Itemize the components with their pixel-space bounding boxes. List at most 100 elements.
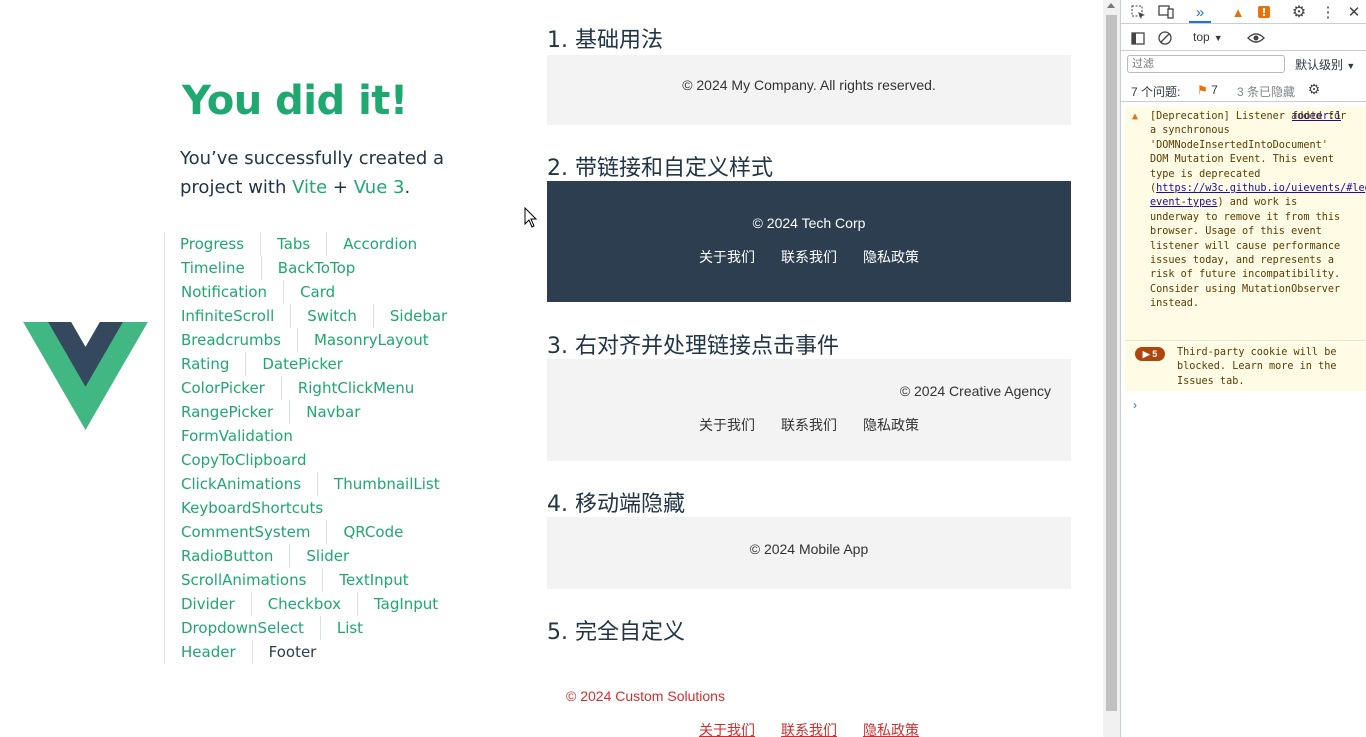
console-filter-input[interactable] <box>1127 55 1285 73</box>
nav-link-commentsystem[interactable]: CommentSystem <box>165 520 326 544</box>
footer-link-privacy[interactable]: 隐私政策 <box>863 415 919 435</box>
nav-row: FormValidation <box>165 424 454 448</box>
nav-link-list[interactable]: List <box>319 616 379 640</box>
nav-link-taginput[interactable]: TagInput <box>356 592 454 616</box>
console-settings-gear-icon[interactable]: ⚙ <box>1305 80 1323 98</box>
nav-link-thumbnaillist[interactable]: ThumbnailList <box>317 472 456 496</box>
nav-link-slider[interactable]: Slider <box>289 544 365 568</box>
hidden-count: 3 条已隐藏 <box>1237 85 1296 99</box>
nav-row: ClickAnimations ThumbnailList <box>165 472 454 496</box>
log-level-select[interactable]: 默认级别 ▼ <box>1295 56 1355 73</box>
demo-heading-2: 2. 带链接和自定义样式 <box>547 156 773 181</box>
greeting-plus: + <box>327 177 354 198</box>
footer-link-contact[interactable]: 联系我们 <box>781 415 837 435</box>
mouse-cursor-icon <box>524 207 538 228</box>
footer-basic: © 2024 My Company. All rights reserved. <box>547 55 1071 125</box>
issue-text: Third-party cookie will be blocked. Lear… <box>1177 347 1337 387</box>
footer-custom: © 2024 Custom Solutions 关于我们 联系我们 隐私政策 <box>547 672 1071 737</box>
nav-row: Breadcrumbs MasonryLayout <box>165 328 454 352</box>
nav-link-notification[interactable]: Notification <box>165 280 283 304</box>
nav-link-backtotop[interactable]: BackToTop <box>260 256 372 280</box>
nav-link-sidebar[interactable]: Sidebar <box>372 304 463 328</box>
nav-link-divider[interactable]: Divider <box>165 592 251 616</box>
scrollbar-thumb[interactable] <box>1106 15 1117 711</box>
footer-link-privacy[interactable]: 隐私政策 <box>863 720 919 737</box>
nav-link-formvalidation[interactable]: FormValidation <box>165 424 309 448</box>
vue-link[interactable]: Vue 3 <box>354 177 405 198</box>
nav-link-masonrylayout[interactable]: MasonryLayout <box>296 328 445 352</box>
footer-link-about[interactable]: 关于我们 <box>699 720 755 737</box>
issues-count: 7 个问题: <box>1131 85 1181 99</box>
console-prompt[interactable]: › <box>1133 398 1137 412</box>
warning-text-part: [Deprecation] Listener added for a synch… <box>1150 111 1347 195</box>
more-options-icon[interactable]: ⋮ <box>1319 3 1337 21</box>
nav-row: Header Footer <box>165 640 454 664</box>
warning-icon: ▲ <box>1132 111 1139 122</box>
nav-link-checkbox[interactable]: Checkbox <box>250 592 357 616</box>
nav-link-tabs[interactable]: Tabs <box>260 232 326 256</box>
nav-link-header[interactable]: Header <box>165 640 252 664</box>
clear-console-icon[interactable] <box>1156 29 1174 47</box>
nav-link-rating[interactable]: Rating <box>165 352 245 376</box>
nav-link-scrollanimations[interactable]: ScrollAnimations <box>165 568 322 592</box>
nav-link-datepicker[interactable]: DatePicker <box>245 352 359 376</box>
settings-gear-icon[interactable]: ⚙ <box>1290 3 1308 21</box>
nav-link-copytoclipboard[interactable]: CopyToClipboard <box>165 448 323 472</box>
footer-custom-copyright: © 2024 Custom Solutions <box>566 688 725 704</box>
demo-heading-4: 4. 移动端隐藏 <box>547 492 685 517</box>
nav-link-card[interactable]: Card <box>283 280 351 304</box>
issue-flag-icon: ⚑ <box>1197 83 1208 97</box>
device-toolbar-icon[interactable] <box>1157 3 1175 21</box>
grouped-count-badge[interactable]: ▶ 5 <box>1135 347 1165 361</box>
nav-row: RadioButton Slider <box>165 544 454 568</box>
grouped-count: 5 <box>1152 349 1158 359</box>
nav-link-progress[interactable]: Progress <box>164 232 260 256</box>
live-expression-eye-icon[interactable] <box>1247 29 1265 47</box>
demo-heading-3: 3. 右对齐并处理链接点击事件 <box>547 334 839 359</box>
nav-link-infinitescroll[interactable]: InfiniteScroll <box>165 304 290 328</box>
component-nav: Progress Tabs Accordion Timeline BackToTop No… <box>164 232 454 664</box>
nav-link-accordion[interactable]: Accordion <box>326 232 433 256</box>
context-selector[interactable]: top ▼ <box>1193 30 1223 44</box>
nav-row: Rating DatePicker <box>165 352 454 376</box>
footer-basic-copyright: © 2024 My Company. All rights reserved. <box>682 77 936 93</box>
inspect-element-icon[interactable] <box>1129 3 1147 21</box>
scroll-up-arrow-icon[interactable] <box>1107 3 1115 8</box>
footer-dark-copyright: © 2024 Tech Corp <box>752 215 866 231</box>
footer-link-about[interactable]: 关于我们 <box>699 247 755 267</box>
footer-link-privacy[interactable]: 隐私政策 <box>863 247 919 267</box>
nav-link-radiobutton[interactable]: RadioButton <box>165 544 289 568</box>
chevron-down-icon: ▼ <box>1346 61 1356 71</box>
nav-link-keyboardshortcuts[interactable]: KeyboardShortcuts <box>165 496 339 520</box>
nav-link-qrcode[interactable]: QRCode <box>326 520 419 544</box>
nav-link-footer[interactable]: Footer <box>251 640 333 664</box>
footer-link-about[interactable]: 关于我们 <box>699 415 755 435</box>
more-tabs-icon[interactable]: » <box>1191 3 1209 21</box>
warning-icon[interactable]: ▲ <box>1229 3 1247 21</box>
greeting-title: You did it! <box>182 78 408 124</box>
vite-link[interactable]: Vite <box>292 177 327 198</box>
log-level-value: 默认级别 <box>1295 58 1344 72</box>
nav-link-rightclickmenu[interactable]: RightClickMenu <box>280 376 430 400</box>
footer-link-contact[interactable]: 联系我们 <box>781 247 837 267</box>
nav-link-switch[interactable]: Switch <box>290 304 373 328</box>
nav-link-dropdownselect[interactable]: DropdownSelect <box>165 616 320 640</box>
nav-row: ColorPicker RightClickMenu <box>165 376 454 400</box>
nav-link-colorpicker[interactable]: ColorPicker <box>165 376 281 400</box>
nav-link-rangepicker[interactable]: RangePicker <box>165 400 289 424</box>
nav-link-clickanimations[interactable]: ClickAnimations <box>165 472 317 496</box>
issues-badge-count: 7 <box>1211 83 1218 97</box>
sidebar-toggle-icon[interactable] <box>1129 29 1147 47</box>
nav-row: RangePicker Navbar <box>165 400 454 424</box>
nav-link-breadcrumbs[interactable]: Breadcrumbs <box>165 328 297 352</box>
nav-link-navbar[interactable]: Navbar <box>289 400 376 424</box>
footer-mobile-copyright: © 2024 Mobile App <box>749 541 869 557</box>
issues-badge[interactable]: ⚑ 7 <box>1197 83 1218 97</box>
footer-link-contact[interactable]: 联系我们 <box>781 720 837 737</box>
issues-flag-icon[interactable] <box>1255 3 1273 21</box>
page-scrollbar[interactable] <box>1103 0 1120 737</box>
chevron-down-icon: ▼ <box>1213 33 1223 43</box>
nav-link-textinput[interactable]: TextInput <box>322 568 424 592</box>
close-icon[interactable]: ✕ <box>1345 3 1363 21</box>
nav-link-timeline[interactable]: Timeline <box>165 256 261 280</box>
